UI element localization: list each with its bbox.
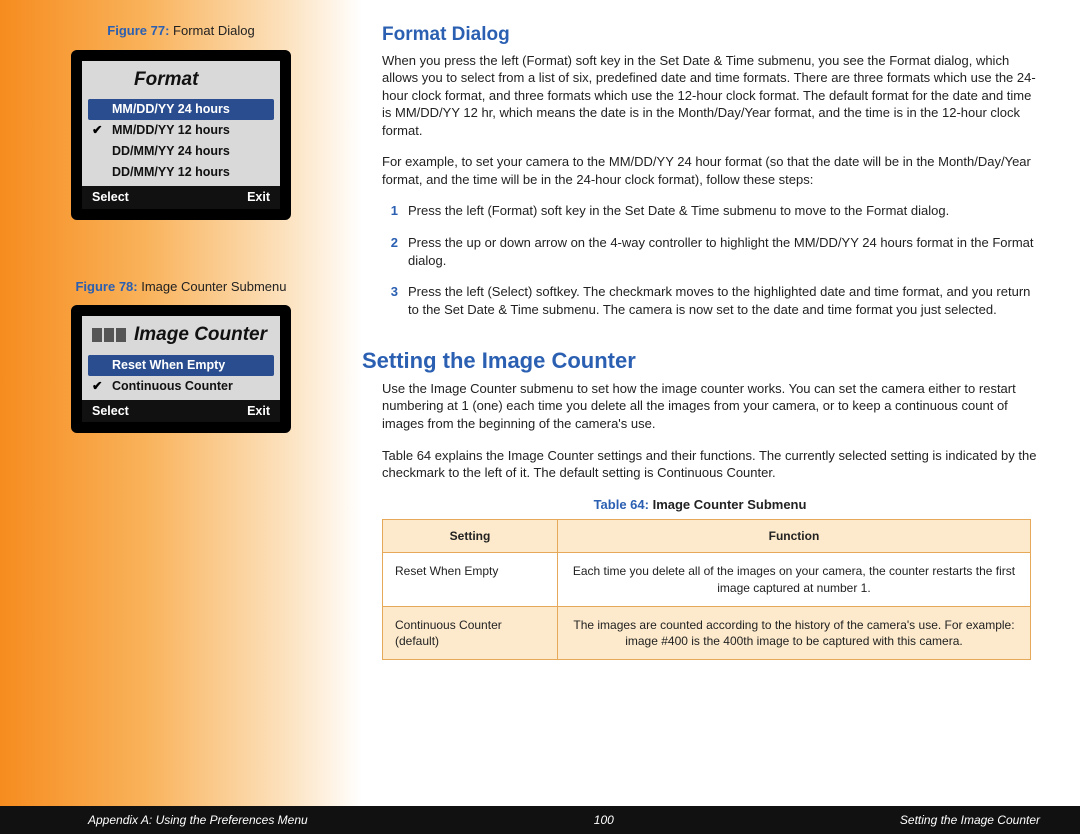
- figure-78-caption-text: Image Counter Submenu: [141, 279, 286, 294]
- list-item: DD/MM/YY 12 hours: [88, 162, 274, 183]
- softkey-select: Select: [92, 189, 129, 206]
- checkmark-icon: ✔: [92, 378, 106, 395]
- softkey-exit: Exit: [247, 189, 270, 206]
- figure-78-softkeys: Select Exit: [82, 400, 280, 423]
- step-number: 3: [382, 283, 398, 301]
- image-counter-para-1: Use the Image Counter submenu to set how…: [382, 380, 1038, 433]
- figure-77-screen: Format MM/DD/YY 24 hours ✔ MM/DD/YY 12 h…: [82, 61, 280, 209]
- footer-right: Setting the Image Counter: [900, 812, 1040, 828]
- figure-77-caption: Figure 77: Format Dialog: [107, 22, 254, 40]
- table-cell-setting: Continuous Counter (default): [383, 606, 558, 659]
- figure-78-caption: Figure 78: Image Counter Submenu: [71, 278, 291, 296]
- figure-77-caption-text: Format Dialog: [173, 23, 255, 38]
- format-dialog-para-1: When you press the left (Format) soft ke…: [382, 52, 1038, 140]
- figure-78-screen-titlebar: Image Counter: [82, 316, 280, 352]
- step-2: 2 Press the up or down arrow on the 4-wa…: [382, 234, 1038, 269]
- page: Figure 77: Format Dialog Format MM/DD/YY…: [0, 0, 1080, 834]
- list-item-label: MM/DD/YY 24 hours: [112, 101, 230, 118]
- main-content: Format Dialog When you press the left (F…: [362, 0, 1080, 834]
- table-header-setting: Setting: [383, 520, 558, 553]
- list-item: MM/DD/YY 24 hours: [88, 99, 274, 120]
- figure-77-screen-title: Format: [134, 67, 198, 93]
- softkey-select: Select: [92, 403, 129, 420]
- list-item-label: DD/MM/YY 12 hours: [112, 164, 230, 181]
- step-text: Press the up or down arrow on the 4-way …: [408, 234, 1038, 269]
- footer-left: Appendix A: Using the Preferences Menu: [88, 812, 308, 828]
- table-64-number: Table 64:: [594, 497, 649, 512]
- step-1: 1 Press the left (Format) soft key in th…: [382, 202, 1038, 220]
- format-dialog-para-2: For example, to set your camera to the M…: [382, 153, 1038, 188]
- step-number: 1: [382, 202, 398, 220]
- step-number: 2: [382, 234, 398, 252]
- step-text: Press the left (Select) softkey. The che…: [408, 283, 1038, 318]
- figure-78-list: Reset When Empty ✔ Continuous Counter: [82, 352, 280, 400]
- format-dialog-steps: 1 Press the left (Format) soft key in th…: [382, 202, 1038, 318]
- list-item: Reset When Empty: [88, 355, 274, 376]
- list-item: ✔ MM/DD/YY 12 hours: [88, 120, 274, 141]
- figure-78-block: Figure 78: Image Counter Submenu Image C…: [71, 278, 291, 434]
- table-header-row: Setting Function: [383, 520, 1031, 553]
- step-text: Press the left (Format) soft key in the …: [408, 202, 949, 220]
- list-item: DD/MM/YY 24 hours: [88, 141, 274, 162]
- page-footer: Appendix A: Using the Preferences Menu 1…: [0, 806, 1080, 834]
- list-item-label: MM/DD/YY 12 hours: [112, 122, 230, 139]
- softkey-exit: Exit: [247, 403, 270, 420]
- table-row: Reset When Empty Each time you delete al…: [383, 553, 1031, 606]
- checkmark-icon: ✔: [92, 122, 106, 139]
- figure-78-screen-title: Image Counter: [134, 322, 267, 348]
- list-item-label: DD/MM/YY 24 hours: [112, 143, 230, 160]
- step-3: 3 Press the left (Select) softkey. The c…: [382, 283, 1038, 318]
- image-counter-icon: [92, 328, 128, 342]
- figure-78-screen: Image Counter Reset When Empty ✔ Continu…: [82, 316, 280, 422]
- figure-77-screen-titlebar: Format: [82, 61, 280, 97]
- image-counter-para-2: Table 64 explains the Image Counter sett…: [382, 447, 1038, 482]
- heading-image-counter: Setting the Image Counter: [362, 346, 1038, 376]
- table-64-caption-text: Image Counter Submenu: [653, 497, 807, 512]
- list-item-label: Reset When Empty: [112, 357, 225, 374]
- table-cell-function: Each time you delete all of the images o…: [558, 553, 1031, 606]
- table-cell-function: The images are counted according to the …: [558, 606, 1031, 659]
- figure-77-device: Format MM/DD/YY 24 hours ✔ MM/DD/YY 12 h…: [71, 50, 291, 220]
- table-cell-setting: Reset When Empty: [383, 553, 558, 606]
- figure-78-number: Figure 78:: [75, 279, 137, 294]
- table-64-caption: Table 64: Image Counter Submenu: [362, 496, 1038, 514]
- sidebar: Figure 77: Format Dialog Format MM/DD/YY…: [0, 0, 362, 834]
- list-item: ✔ Continuous Counter: [88, 376, 274, 397]
- table-64: Setting Function Reset When Empty Each t…: [382, 519, 1031, 660]
- table-row: Continuous Counter (default) The images …: [383, 606, 1031, 659]
- figure-77-softkeys: Select Exit: [82, 186, 280, 209]
- figure-77-number: Figure 77:: [107, 23, 169, 38]
- footer-page-number: 100: [594, 812, 614, 828]
- table-header-function: Function: [558, 520, 1031, 553]
- figure-78-device: Image Counter Reset When Empty ✔ Continu…: [71, 305, 291, 433]
- list-item-label: Continuous Counter: [112, 378, 233, 395]
- heading-format-dialog: Format Dialog: [382, 22, 1038, 48]
- figure-77-list: MM/DD/YY 24 hours ✔ MM/DD/YY 12 hours DD…: [82, 96, 280, 186]
